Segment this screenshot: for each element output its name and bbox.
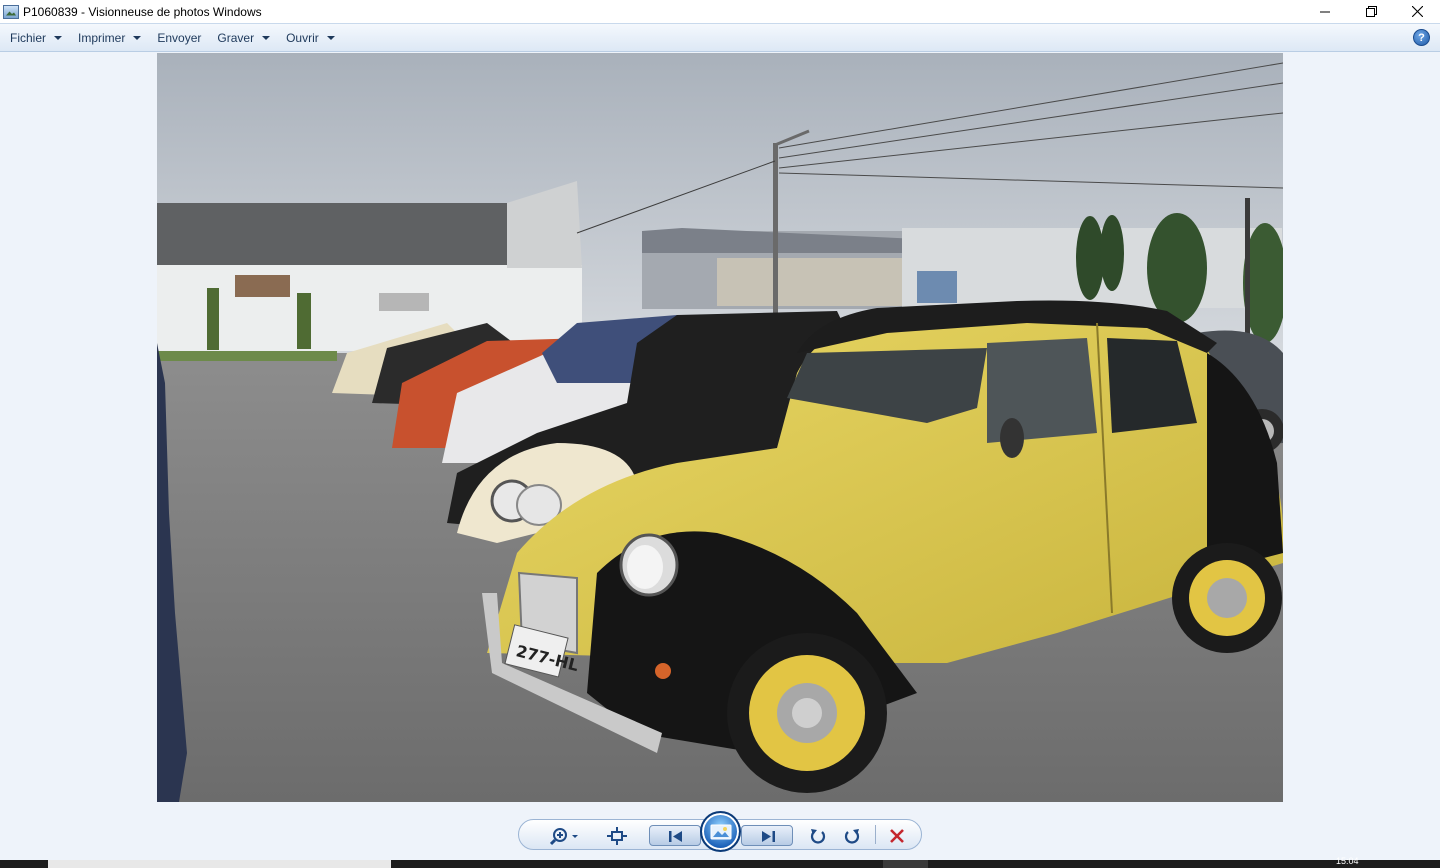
- restore-button[interactable]: [1348, 0, 1394, 23]
- rotate-right-button[interactable]: [839, 820, 865, 851]
- minimize-button[interactable]: [1302, 0, 1348, 23]
- menu-envoyer-label: Envoyer: [157, 30, 202, 45]
- title-bar: P1060839 - Visionneuse de photos Windows: [0, 0, 1440, 23]
- menu-ouvrir-label: Ouvrir: [286, 30, 319, 45]
- window-controls: [1302, 0, 1440, 23]
- close-icon: [1411, 6, 1423, 17]
- menu-fichier-label: Fichier: [10, 30, 47, 45]
- help-icon: ?: [1418, 31, 1425, 44]
- photo-viewing-area: 277-HL: [0, 52, 1440, 804]
- menu-imprimer[interactable]: Imprimer: [70, 27, 149, 49]
- photo-viewer-app-icon: [3, 4, 19, 19]
- viewer-control-bar: [0, 804, 1440, 860]
- zoom-icon: [550, 827, 578, 845]
- fit-window-icon: [607, 826, 627, 845]
- menu-imprimer-label: Imprimer: [78, 30, 126, 45]
- taskbar-app-button[interactable]: [883, 860, 928, 868]
- menu-envoyer[interactable]: Envoyer: [149, 27, 209, 49]
- chevron-down-icon: [326, 35, 335, 40]
- restore-icon: [1365, 6, 1377, 17]
- previous-button[interactable]: [649, 825, 701, 846]
- taskbar: 15:04: [0, 856, 1440, 868]
- help-button[interactable]: ?: [1413, 29, 1430, 46]
- taskbar-clock: 15:04: [1336, 856, 1359, 866]
- slideshow-button[interactable]: [700, 811, 741, 852]
- chevron-down-icon: [133, 35, 142, 40]
- control-separator: [875, 825, 876, 844]
- menu-graver[interactable]: Graver: [209, 27, 278, 49]
- chevron-down-icon: [262, 35, 271, 40]
- taskbar-search-box[interactable]: [48, 860, 391, 868]
- minimize-icon: [1320, 11, 1330, 12]
- photo-illustration: 277-HL: [157, 53, 1283, 802]
- menu-bar: Fichier Imprimer Envoyer Graver Ouvrir ?: [0, 23, 1440, 52]
- actual-size-button[interactable]: [603, 820, 631, 851]
- previous-icon: [669, 831, 682, 842]
- photo-image[interactable]: 277-HL: [157, 53, 1283, 802]
- slideshow-icon: [710, 824, 731, 839]
- delete-button[interactable]: [885, 820, 909, 851]
- zoom-button[interactable]: [545, 820, 585, 851]
- rotate-left-icon: [810, 828, 826, 843]
- chevron-down-icon: [54, 35, 63, 40]
- menu-graver-label: Graver: [217, 30, 255, 45]
- menu-fichier[interactable]: Fichier: [2, 27, 70, 49]
- next-icon: [762, 831, 775, 842]
- rotate-right-icon: [844, 828, 860, 843]
- menu-ouvrir[interactable]: Ouvrir: [278, 27, 343, 49]
- close-button[interactable]: [1394, 0, 1440, 23]
- window-title: P1060839 - Visionneuse de photos Windows: [23, 4, 262, 19]
- delete-icon: [890, 828, 904, 843]
- next-button[interactable]: [741, 825, 793, 846]
- rotate-left-button[interactable]: [805, 820, 831, 851]
